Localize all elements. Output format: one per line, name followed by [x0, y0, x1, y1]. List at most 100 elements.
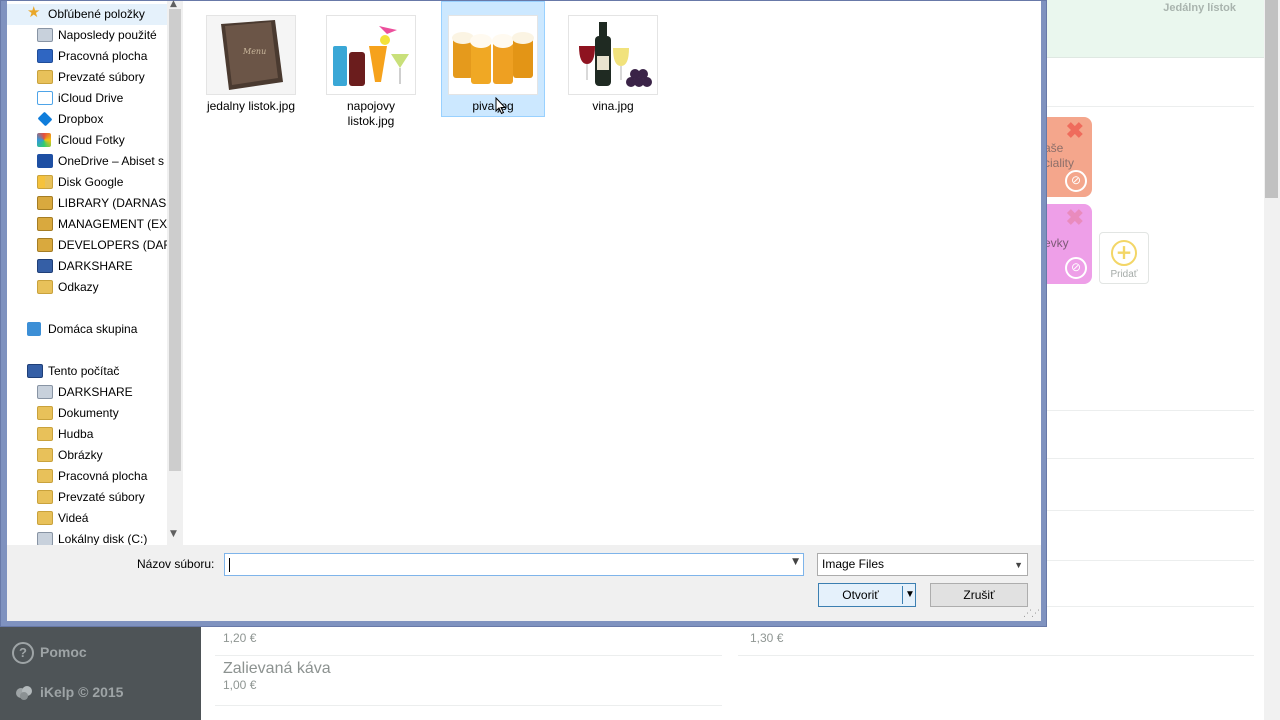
nav-item-label: Hudba: [58, 427, 94, 441]
split-arrow-icon[interactable]: ▼: [905, 584, 915, 606]
chevron-down-icon[interactable]: ▼: [1014, 555, 1023, 576]
file-thumbnail: [568, 15, 658, 95]
nav-item-downloads[interactable]: Prevzaté súbory: [7, 67, 167, 88]
nav-item-developers[interactable]: DEVELOPERS (DARN: [7, 235, 167, 256]
divider: [215, 705, 722, 706]
app-header-strip: Jedálny lístok: [1046, 0, 1264, 58]
local-disk-icon: [37, 532, 53, 545]
delete-icon[interactable]: ✖: [1066, 119, 1084, 143]
nav-item-library[interactable]: LIBRARY (DARNASS: [7, 193, 167, 214]
nav-item-homegroup[interactable]: Domáca skupina: [7, 319, 167, 340]
nav-item-desktop[interactable]: Pracovná plocha: [7, 46, 167, 67]
nav-item-icloud-drive[interactable]: iCloud Drive: [7, 88, 167, 109]
nav-item-label: Naposledy použité: [58, 28, 157, 42]
file-item[interactable]: napojovy listok.jpg: [319, 1, 423, 128]
edit-icon[interactable]: ⊘: [1065, 257, 1087, 279]
filename-input[interactable]: ▼: [224, 553, 804, 576]
nav-item-label: LIBRARY (DARNASS: [58, 196, 167, 210]
divider: [1046, 606, 1254, 607]
nav-item-recent[interactable]: Naposledy použité: [7, 25, 167, 46]
text-caret: [229, 558, 230, 572]
file-type-select[interactable]: Image Files ▼: [817, 553, 1028, 576]
cancel-button[interactable]: Zrušiť: [930, 583, 1028, 607]
network-folder-icon: [37, 196, 53, 210]
folder-icon: [37, 280, 53, 294]
network-folder-icon: [37, 217, 53, 231]
nav-item-desktop-folder[interactable]: Pracovná plocha: [7, 466, 167, 487]
add-label: Pridať: [1110, 269, 1138, 280]
nav-item-favorites[interactable]: ★ Obľúbené položky: [7, 4, 167, 25]
divider: [1046, 560, 1254, 561]
nav-item-dropbox[interactable]: Dropbox: [7, 109, 167, 130]
nav-item-pictures[interactable]: Obrázky: [7, 445, 167, 466]
category-tile[interactable]: ✖ aše ciality ⊘: [1044, 117, 1092, 197]
ikelp-logo-icon: [16, 686, 32, 701]
delete-icon[interactable]: ✖: [1066, 206, 1084, 230]
nav-item-label: Pracovná plocha: [58, 49, 148, 63]
item-price: 1,00 €: [223, 678, 257, 692]
page-scrollbar-thumb[interactable]: [1265, 0, 1278, 198]
menu-item[interactable]: Zalievaná káva 1,00 €: [223, 660, 331, 692]
open-button-label: Otvoriť: [842, 588, 879, 602]
nav-item-darkshare-drive[interactable]: DARKSHARE: [7, 382, 167, 403]
nav-item-google-drive[interactable]: Disk Google: [7, 172, 167, 193]
help-link[interactable]: ? Pomoc: [12, 642, 87, 664]
file-item[interactable]: vina.jpg: [561, 1, 665, 117]
category-tile[interactable]: ✖ evky ⊘: [1044, 204, 1092, 284]
cancel-button-label: Zrušiť: [963, 588, 995, 602]
nav-item-links[interactable]: Odkazy: [7, 277, 167, 298]
category-label: evky: [1044, 236, 1069, 250]
scroll-up-arrow-icon[interactable]: ▲: [170, 0, 177, 9]
recent-places-icon: [37, 28, 53, 42]
onedrive-icon: [37, 154, 53, 168]
nav-item-onedrive[interactable]: OneDrive – Abiset s: [7, 151, 167, 172]
nav-item-downloads-folder[interactable]: Prevzaté súbory: [7, 487, 167, 508]
desktop-icon: [37, 49, 53, 63]
computer-icon: [37, 259, 53, 273]
add-category-button[interactable]: + Pridať: [1099, 232, 1149, 284]
filename-label: Názov súboru:: [137, 557, 215, 571]
nav-item-local-disk[interactable]: Lokálny disk (C:): [7, 529, 167, 545]
nav-item-darkshare[interactable]: DARKSHARE: [7, 256, 167, 277]
navigation-pane: ★ Obľúbené položky Naposledy použité Pra…: [7, 0, 183, 545]
file-type-value: Image Files: [822, 557, 885, 571]
edit-icon[interactable]: ⊘: [1065, 170, 1087, 192]
nav-item-label: iCloud Drive: [58, 91, 124, 105]
file-item[interactable]: Menu jedalny listok.jpg: [199, 1, 303, 117]
homegroup-icon: [27, 322, 41, 336]
icloud-icon: [37, 91, 53, 105]
nav-item-label: Obrázky: [58, 448, 103, 462]
resize-grip-icon[interactable]: ⋰⋰: [1023, 609, 1040, 619]
file-item[interactable]: piva.jpg: [441, 1, 545, 117]
nav-item-management[interactable]: MANAGEMENT (EX: [7, 214, 167, 235]
documents-folder-icon: [37, 406, 53, 420]
item-price: 1,30 €: [750, 631, 784, 645]
split-divider: [902, 586, 903, 604]
downloads-folder-icon: [37, 70, 53, 84]
divider: [738, 655, 1254, 656]
nav-item-label: DEVELOPERS (DARN: [58, 238, 167, 252]
network-drive-icon: [37, 385, 53, 399]
nav-item-label: Dropbox: [58, 112, 104, 126]
nav-scrollbar-thumb[interactable]: [169, 9, 181, 471]
chevron-down-icon[interactable]: ▼: [792, 557, 799, 567]
dropbox-icon: [37, 111, 53, 127]
nav-item-videos[interactable]: Videá: [7, 508, 167, 529]
menu-item[interactable]: 1,20 €: [223, 631, 256, 645]
music-folder-icon: [37, 427, 53, 441]
wine-icon: [579, 22, 652, 87]
plus-icon: +: [1111, 240, 1137, 266]
nav-item-label: MANAGEMENT (EX: [58, 217, 167, 231]
nav-item-music[interactable]: Hudba: [7, 424, 167, 445]
menu-item[interactable]: 1,30 €: [750, 631, 783, 645]
nav-item-this-pc[interactable]: Tento počítač: [7, 361, 167, 382]
open-button[interactable]: Otvoriť ▼: [818, 583, 916, 607]
scroll-down-arrow-icon[interactable]: ▼: [170, 529, 177, 539]
downloads-folder-icon: [37, 490, 53, 504]
menu-title: Jedálny lístok: [1163, 2, 1236, 14]
copyright-text: iKelp © 2015: [40, 684, 124, 700]
divider: [215, 655, 722, 656]
nav-item-documents[interactable]: Dokumenty: [7, 403, 167, 424]
nav-item-label: DARKSHARE: [58, 259, 133, 273]
nav-item-icloud-photos[interactable]: iCloud Fotky: [7, 130, 167, 151]
